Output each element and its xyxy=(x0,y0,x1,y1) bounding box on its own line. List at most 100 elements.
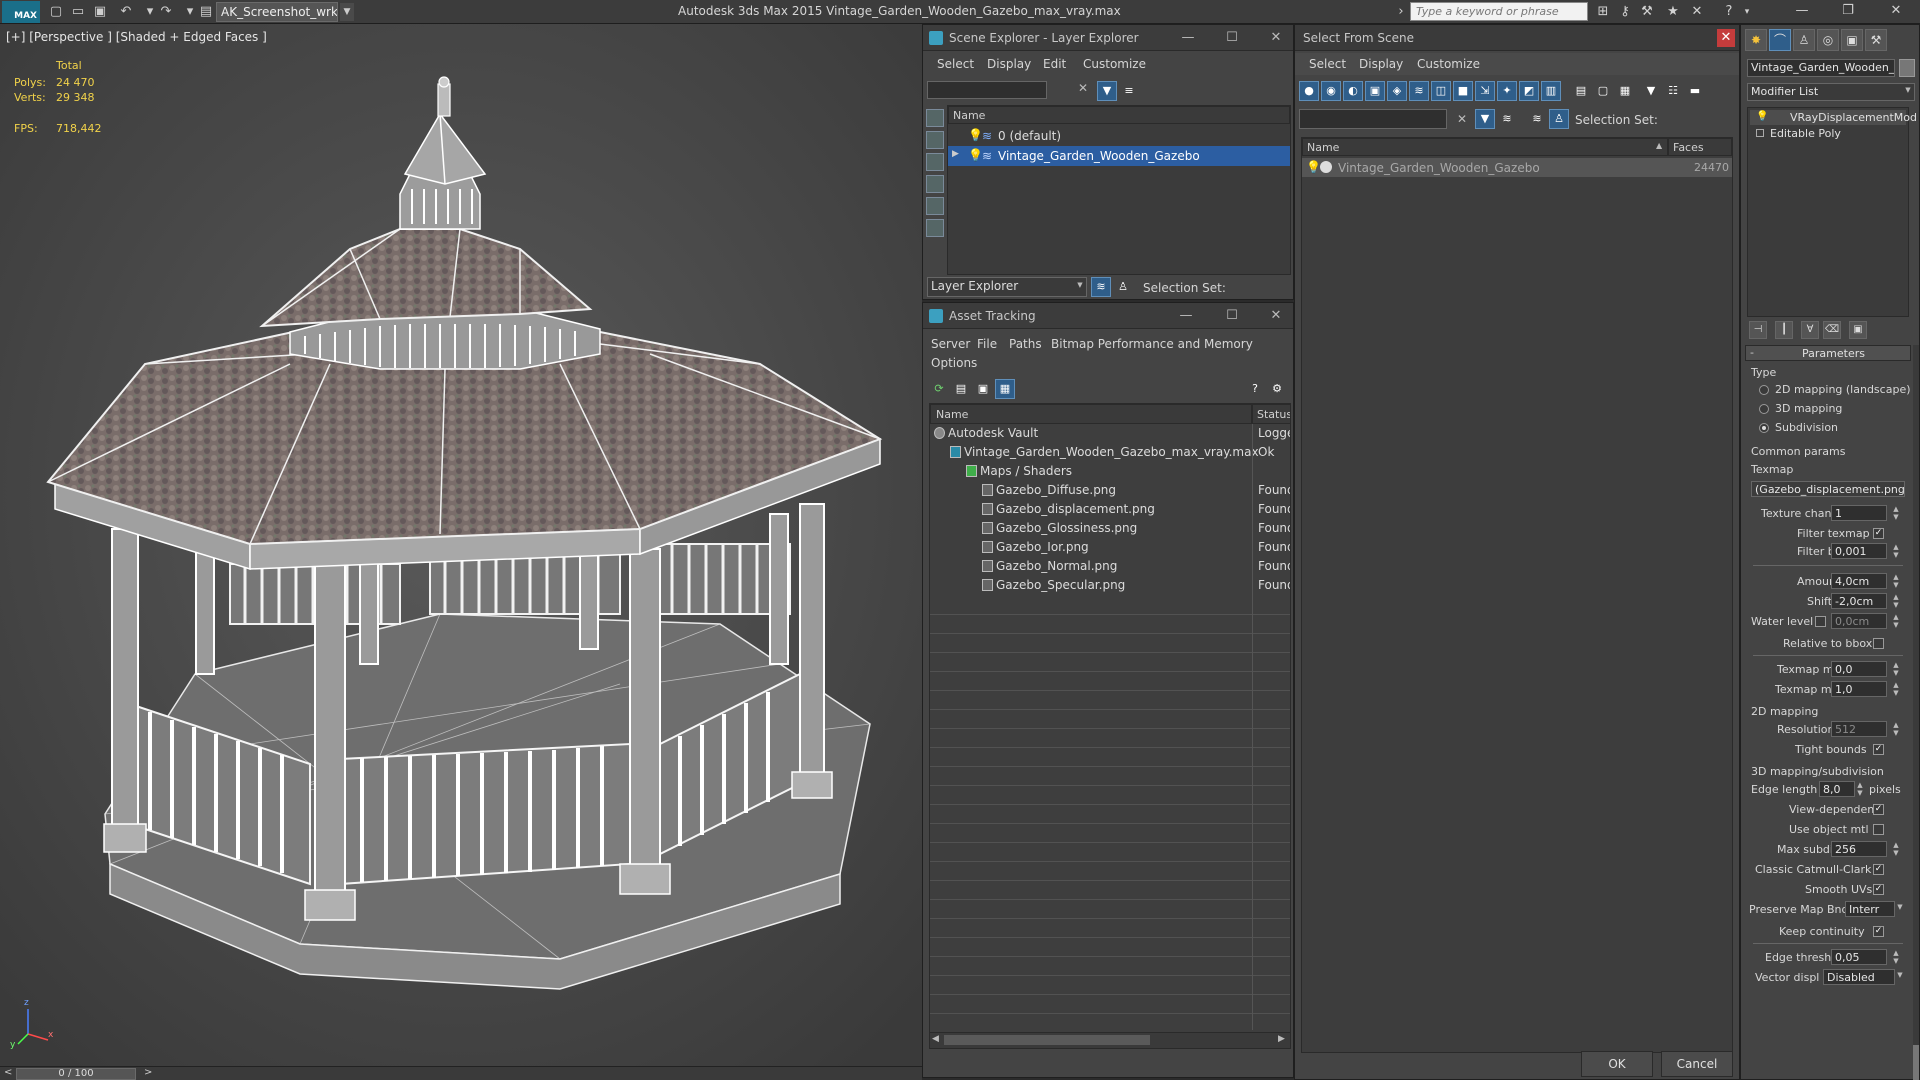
parameters-rollout-header[interactable]: - Parameters xyxy=(1745,345,1911,361)
chevron-down-icon[interactable]: ▾ xyxy=(142,4,158,20)
use-object-mtl-checkbox[interactable] xyxy=(1873,824,1884,835)
stack-item-vraydisplacement[interactable]: 💡 VRayDisplacementMod xyxy=(1750,110,1917,125)
column-header-faces[interactable]: Faces xyxy=(1668,138,1732,156)
edge-length-spinner[interactable]: ▲ ▼ xyxy=(1855,781,1865,797)
resolution-spinner[interactable]: ▲ ▼ xyxy=(1891,721,1901,737)
tight-bounds-checkbox[interactable]: ✓ xyxy=(1873,744,1884,755)
menu-customize[interactable]: Customize xyxy=(1083,57,1146,71)
settings-icon[interactable]: ⚙ xyxy=(1267,379,1287,399)
table-view-icon[interactable]: ▦ xyxy=(995,379,1015,399)
amount-spinner[interactable]: ▲ ▼ xyxy=(1891,573,1901,589)
edge-length-input[interactable]: 8,0 xyxy=(1819,781,1855,797)
preserve-map-dropdown[interactable]: Interr xyxy=(1845,901,1895,917)
menu-select[interactable]: Select xyxy=(937,57,974,71)
layer-mode-icon[interactable]: ≋ xyxy=(1091,277,1111,297)
clear-search-icon[interactable]: ✕ xyxy=(1075,81,1091,99)
filter-cameras-icon[interactable]: ▣ xyxy=(1365,81,1385,101)
scrollbar-thumb[interactable] xyxy=(1913,1045,1919,1080)
display-geometry-icon[interactable] xyxy=(926,131,944,149)
close-icon[interactable]: ✕ xyxy=(1267,307,1285,325)
project-folder-icon[interactable]: ▤ xyxy=(198,4,214,20)
chevron-down-icon[interactable]: ▼ xyxy=(340,3,354,21)
ok-button[interactable]: OK xyxy=(1581,1051,1653,1077)
undo-icon[interactable]: ↶ xyxy=(118,4,134,20)
filter-texmap-checkbox[interactable]: ✓ xyxy=(1873,528,1884,539)
hierarchy-mode-icon[interactable]: ♙ xyxy=(1113,277,1133,297)
list-view-icon[interactable]: ▤ xyxy=(951,379,971,399)
lightbulb-icon[interactable]: 💡 xyxy=(968,148,983,162)
object-name-input[interactable]: Vintage_Garden_Wooden_Ga xyxy=(1747,59,1895,77)
binoculars-icon[interactable]: ⊞ xyxy=(1594,3,1612,21)
menu-customize[interactable]: Customize xyxy=(1417,57,1480,71)
asset-row[interactable]: Gazebo_Glossiness.png Found xyxy=(930,519,1290,538)
filter-groups-icon[interactable]: ◫ xyxy=(1431,81,1451,101)
select-all-icon[interactable]: ▤ xyxy=(1571,81,1591,101)
filter-xrefs-icon[interactable]: ■ xyxy=(1453,81,1473,101)
show-end-result-icon[interactable]: ┃ xyxy=(1775,321,1793,339)
close-icon[interactable]: ✕ xyxy=(1267,29,1285,47)
display-lights-icon[interactable] xyxy=(926,175,944,193)
select-from-scene-titlebar[interactable]: Select From Scene ✕ xyxy=(1295,25,1739,51)
menu-options[interactable]: Options xyxy=(931,356,977,370)
thumbnail-view-icon[interactable]: ▣ xyxy=(973,379,993,399)
edge-thresh-spinner[interactable]: ▲ ▼ xyxy=(1891,949,1901,965)
max-subdivs-input[interactable]: 256 xyxy=(1831,841,1887,857)
chevron-down-icon[interactable]: ▾ xyxy=(182,4,198,20)
filter-blur-spinner[interactable]: ▲ ▼ xyxy=(1891,543,1901,559)
minimize-icon[interactable]: — xyxy=(1177,307,1195,325)
save-file-icon[interactable]: ▣ xyxy=(92,4,108,20)
object-row-gazebo[interactable]: 💡 Vintage_Garden_Wooden_Gazebo 24470 xyxy=(1302,158,1732,177)
shift-spinner[interactable]: ▲ ▼ xyxy=(1891,593,1901,609)
water-level-input[interactable]: 0,0cm xyxy=(1831,613,1887,629)
maximize-icon[interactable]: ☐ xyxy=(1223,307,1241,325)
view-dependent-checkbox[interactable]: ✓ xyxy=(1873,804,1884,815)
menu-paths[interactable]: Paths xyxy=(1009,337,1042,351)
refresh-icon[interactable]: ⟳ xyxy=(929,379,949,399)
radio-3d-mapping[interactable] xyxy=(1759,404,1769,414)
time-slider[interactable]: < 0 / 100 > xyxy=(0,1066,922,1080)
texmap-min-input[interactable]: 0,0 xyxy=(1831,661,1887,677)
radio-2d-mapping[interactable] xyxy=(1759,385,1769,395)
help-icon[interactable]: ? xyxy=(1245,379,1265,399)
clear-search-icon[interactable]: ✕ xyxy=(1457,113,1467,129)
texture-chan-input[interactable]: 1 xyxy=(1831,505,1887,521)
display-shapes-icon[interactable] xyxy=(926,153,944,171)
chevron-down-icon[interactable]: ▼ xyxy=(1895,971,1905,987)
select-invert-icon[interactable]: ▦ xyxy=(1615,81,1635,101)
collapse-icon[interactable]: ▬ xyxy=(1685,81,1705,101)
filter-lights-icon[interactable]: ◐ xyxy=(1343,81,1363,101)
display-objects-icon[interactable] xyxy=(926,109,944,127)
expand-box-icon[interactable] xyxy=(1756,129,1764,137)
motion-tab-icon[interactable]: ◎ xyxy=(1817,29,1839,51)
layer-mode-icon[interactable]: ≋ xyxy=(1527,109,1547,129)
menu-display[interactable]: Display xyxy=(987,57,1031,71)
display-cameras-icon[interactable] xyxy=(926,197,944,215)
column-header-status[interactable]: Status xyxy=(1252,404,1290,424)
filter-icon[interactable]: ▼ xyxy=(1641,81,1661,101)
shift-input[interactable]: -2,0cm xyxy=(1831,593,1887,609)
scene-search-input[interactable] xyxy=(1299,109,1447,129)
filter-icon[interactable]: ▼ xyxy=(1097,81,1117,101)
asset-row[interactable]: Gazebo_Normal.png Found xyxy=(930,557,1290,576)
asset-row[interactable]: Maps / Shaders xyxy=(930,462,1290,481)
relative-bbox-checkbox[interactable] xyxy=(1873,638,1884,649)
asset-row[interactable]: Gazebo_Ior.png Found xyxy=(930,538,1290,557)
expand-arrow-icon[interactable]: ▶ xyxy=(952,149,959,159)
scene-search-input[interactable] xyxy=(927,81,1047,99)
layer-filter-icon[interactable]: ≡ xyxy=(1119,81,1139,101)
open-file-icon[interactable]: ▭ xyxy=(70,4,86,20)
chevron-down-icon[interactable]: ▼ xyxy=(1903,86,1913,102)
utilities-tab-icon[interactable]: ⚒ xyxy=(1865,29,1887,51)
cancel-button[interactable]: Cancel xyxy=(1661,1051,1733,1077)
texture-chan-spinner[interactable]: ▲ ▼ xyxy=(1891,505,1901,521)
hierarchy-icon[interactable]: ☷ xyxy=(1663,81,1683,101)
viewport-label[interactable]: [+] [Perspective ] [Shaded + Edged Faces… xyxy=(6,30,267,44)
radio-subdivision[interactable] xyxy=(1759,423,1769,433)
amount-input[interactable]: 4,0cm xyxy=(1831,573,1887,589)
display-tab-icon[interactable]: ▣ xyxy=(1841,29,1863,51)
filter-bones-icon[interactable]: ⇲ xyxy=(1475,81,1495,101)
modify-tab-icon[interactable]: ⌒ xyxy=(1769,29,1791,51)
menu-bitmap-performance[interactable]: Bitmap Performance and Memory xyxy=(1051,337,1253,351)
water-level-checkbox[interactable] xyxy=(1815,616,1826,627)
app-logo[interactable]: MAX xyxy=(2,1,40,23)
